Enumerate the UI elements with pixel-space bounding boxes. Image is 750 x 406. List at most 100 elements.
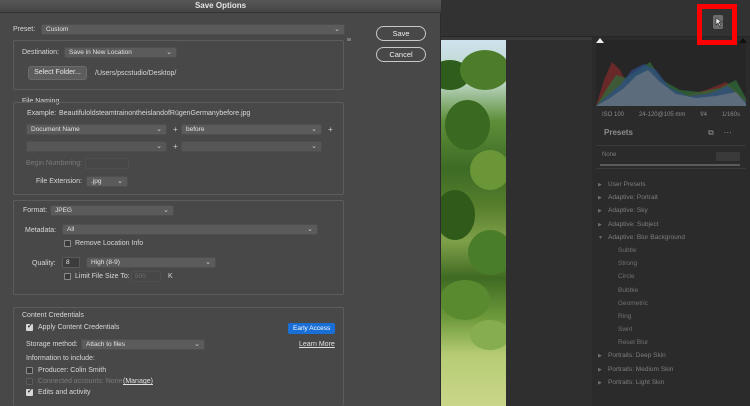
chevron-right-icon: ▶ xyxy=(598,353,602,360)
limit-size-checkbox[interactable] xyxy=(64,273,71,280)
name-token-2-select[interactable]: before ⌄ xyxy=(181,124,322,135)
preset-item[interactable]: Ring xyxy=(596,310,746,323)
chevron-right-icon: ▶ xyxy=(598,366,602,373)
preset-label: Ring xyxy=(618,312,632,320)
histogram xyxy=(596,40,746,106)
chevron-right-icon: ▶ xyxy=(598,208,602,215)
preset-item[interactable]: Geometric xyxy=(596,297,746,310)
name-token-4-select[interactable]: ⌄ xyxy=(181,141,322,152)
preset-item[interactable]: Strong xyxy=(596,257,746,270)
chevron-down-icon: ⌄ xyxy=(194,341,200,348)
file-extension-select[interactable]: .jpg ⌄ xyxy=(86,176,128,187)
begin-numbering-label: Begin Numbering: xyxy=(26,160,83,167)
chevron-down-icon: ⌄ xyxy=(311,143,317,150)
dialog-scrollbar[interactable] xyxy=(346,38,352,406)
begin-numbering-input xyxy=(85,158,129,169)
format-select[interactable]: JPEG ⌄ xyxy=(50,205,174,216)
save-button[interactable]: Save xyxy=(376,26,426,41)
name-token-3-select[interactable]: ⌄ xyxy=(26,141,167,152)
preset-group[interactable]: ▶ Adaptive: Sky xyxy=(596,204,746,217)
histogram-info: ISO 100 24-120@105 mm f/4 1/160s xyxy=(596,108,746,122)
quality-label: Quality: xyxy=(32,260,56,267)
chevron-down-icon: ⌄ xyxy=(311,126,317,133)
aperture-value: f/4 xyxy=(700,112,708,118)
presets-add-icon[interactable]: ⧉ xyxy=(708,128,714,138)
edits-activity-checkbox[interactable] xyxy=(26,387,33,396)
edits-activity-label: Edits and activity xyxy=(38,389,91,396)
preset-list: ▶ User Presets ▶ Adaptive: Portrait ▶ Adaptiv… xyxy=(596,178,746,389)
information-label: Information to include: xyxy=(26,355,95,362)
chevron-down-icon: ⌄ xyxy=(205,259,211,266)
chevron-down-icon: ⌄ xyxy=(117,178,123,185)
preset-group[interactable]: ▼ Adaptive: Blur Background xyxy=(596,231,746,244)
preset-select[interactable]: Custom ⌄ xyxy=(41,24,345,35)
preset-label: Geometric xyxy=(618,299,648,307)
preset-label: Subtle xyxy=(618,246,637,254)
select-folder-button[interactable]: Select Folder... xyxy=(28,66,87,80)
cancel-button[interactable]: Cancel xyxy=(376,47,426,62)
preset-group[interactable]: ▶ Adaptive: Subject xyxy=(596,218,746,231)
presets-more-icon[interactable]: ⋯ xyxy=(724,128,732,138)
preset-item[interactable]: Circle xyxy=(596,270,746,283)
destination-value: Save in New Location xyxy=(69,49,132,56)
destination-select[interactable]: Save in New Location ⌄ xyxy=(64,47,177,58)
apply-credentials-label: Apply Content Credentials xyxy=(38,324,120,331)
metadata-select[interactable]: All ⌄ xyxy=(62,224,318,235)
canvas-dark-strip xyxy=(506,40,592,406)
preset-label: Reset Blur xyxy=(618,339,649,347)
manage-link[interactable]: (Manage) xyxy=(123,378,153,385)
learn-more-link[interactable]: Learn More xyxy=(299,341,335,348)
file-extension-label: File Extension: xyxy=(36,178,82,185)
preset-label: User Presets xyxy=(608,181,646,188)
preset-label: Adaptive: Blur Background xyxy=(608,233,685,241)
preset-label: Preset: xyxy=(13,26,36,33)
chevron-down-icon: ⌄ xyxy=(156,143,162,150)
chevron-down-icon: ⌄ xyxy=(334,26,340,33)
preset-group[interactable]: ▶ User Presets xyxy=(596,178,746,191)
preset-label: Adaptive: Portrait xyxy=(608,194,658,202)
preset-item[interactable]: Subtle xyxy=(596,244,746,257)
shutter-value: 1/160s xyxy=(721,112,740,118)
name-token-1-select[interactable]: Document Name ⌄ xyxy=(26,124,167,135)
scroll-up-arrow-icon[interactable] xyxy=(347,38,351,41)
preset-label: Portraits: Light Skin xyxy=(608,378,665,386)
preset-group[interactable]: ▶ Adaptive: Portrait xyxy=(596,191,746,204)
producer-label: Producer: Colin Smith xyxy=(38,367,107,374)
preset-label: Portraits: Deep Skin xyxy=(608,352,666,360)
storage-method-select[interactable]: Attach to files ⌄ xyxy=(81,339,205,350)
storage-method-value: Attach to files xyxy=(86,341,126,348)
preset-group[interactable]: ▶ Portraits: Light Skin xyxy=(596,376,746,389)
plus-icon: + xyxy=(173,142,178,151)
chevron-down-icon: ⌄ xyxy=(307,226,313,233)
apply-credentials-checkbox[interactable] xyxy=(26,322,33,331)
chevron-down-icon: ⌄ xyxy=(166,49,172,56)
metadata-value: All xyxy=(67,226,75,233)
preset-group[interactable]: ▶ Portraits: Medium Skin xyxy=(596,363,746,376)
quality-level-value: High (8-9) xyxy=(91,259,120,266)
plus-icon: + xyxy=(328,125,333,134)
metadata-label: Metadata: xyxy=(25,227,57,234)
preset-label: Portraits: Medium Skin xyxy=(608,365,674,373)
remove-location-checkbox[interactable] xyxy=(64,240,71,247)
storage-method-label: Storage method: xyxy=(26,341,78,348)
presets-amount-slider[interactable] xyxy=(600,164,740,166)
preset-label: Adaptive: Subject xyxy=(608,220,659,228)
preset-item[interactable]: Bubble xyxy=(596,284,746,297)
preset-item[interactable]: Swirl xyxy=(596,323,746,336)
producer-checkbox[interactable] xyxy=(26,367,33,374)
preset-item[interactable]: Reset Blur xyxy=(596,336,746,349)
limit-size-input: 500 xyxy=(131,271,161,282)
quality-level-select[interactable]: High (8-9) ⌄ xyxy=(86,257,216,268)
shadow-clip-icon[interactable] xyxy=(596,38,604,43)
name-token-2-value: before xyxy=(186,126,205,133)
presets-amount-field[interactable] xyxy=(716,152,740,161)
quality-input[interactable]: 8 xyxy=(62,257,80,268)
highlight-clip-icon[interactable] xyxy=(739,38,747,43)
photo-preview[interactable] xyxy=(440,40,506,406)
save-options-dialog: Save Options Preset: Custom ⌄ Save Cancel… xyxy=(0,0,441,406)
chevron-right-icon: ▶ xyxy=(598,221,602,228)
connected-accounts-label: Connected accounts: None xyxy=(38,378,123,385)
chevron-down-icon: ▼ xyxy=(598,234,603,241)
example-label: Example: xyxy=(27,110,57,117)
preset-group[interactable]: ▶ Portraits: Deep Skin xyxy=(596,349,746,362)
